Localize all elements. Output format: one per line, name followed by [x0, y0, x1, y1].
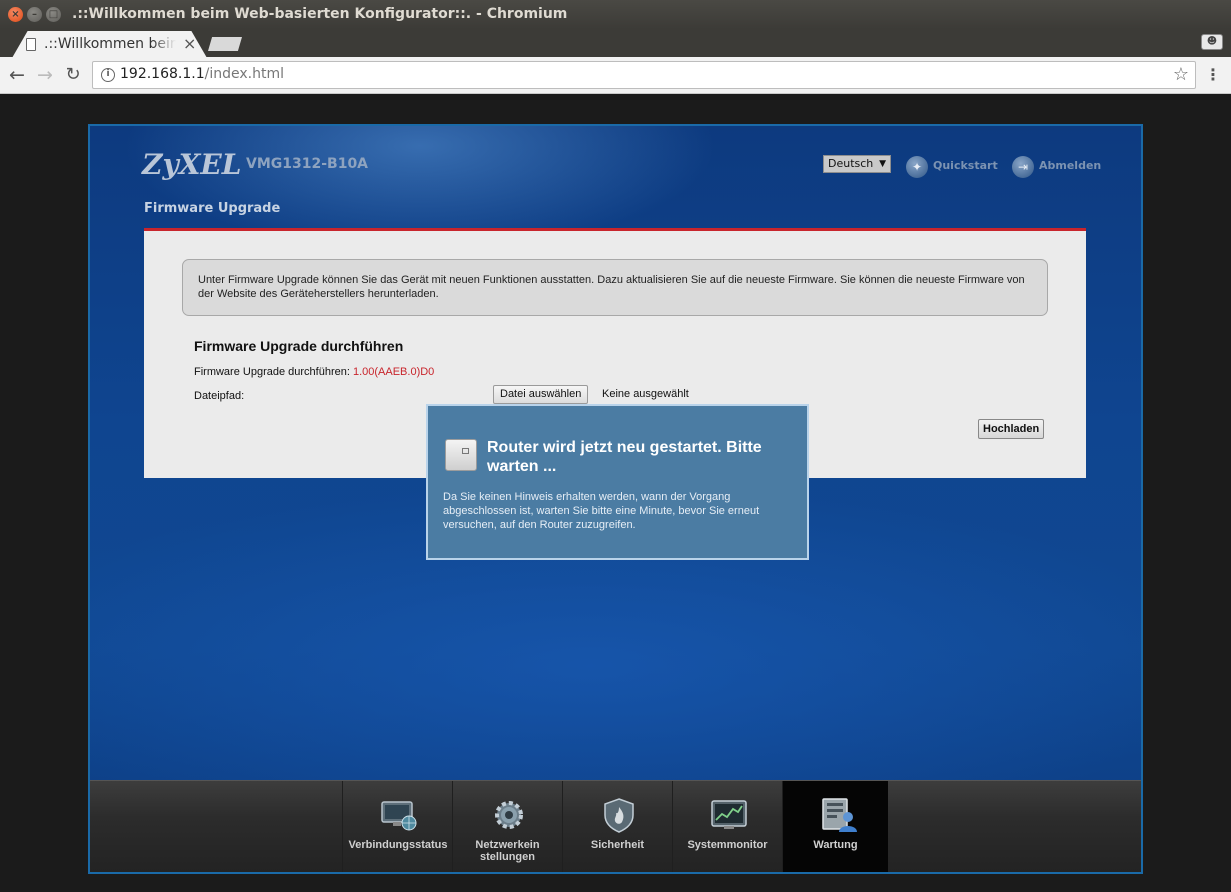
window-close-button[interactable]: × [8, 7, 23, 22]
model-name: VMG1312-B10A [246, 156, 369, 172]
upload-button[interactable]: Hochladen [978, 419, 1045, 439]
chart-monitor-icon [711, 800, 747, 829]
window-maximize-button[interactable]: □ [46, 7, 61, 22]
browser-menu-icon[interactable]: ⋮ [1205, 64, 1221, 86]
restart-dialog: Router wird jetzt neu gestartet. Bitte w… [426, 404, 809, 560]
address-bar[interactable]: i 192.168.1.1/index.html ☆ [92, 61, 1196, 89]
firmware-version: 1.00(AAEB.0)D0 [352, 366, 435, 378]
zyxel-logo: ZyXEL [142, 148, 242, 181]
file-status: Keine ausgewählt [602, 388, 689, 400]
window-title: .::Willkommen beim Web-basierten Konfigu… [72, 6, 568, 22]
current-firmware-row: Firmware Upgrade durchführen: 1.00(AAEB.… [194, 366, 435, 378]
wand-icon: ✦ [906, 156, 928, 178]
router-ui-frame: ZyXEL VMG1312-B10A Deutsch ▼ ✦ Quickstart… [88, 124, 1143, 874]
bookmark-star-icon[interactable]: ☆ [1173, 64, 1189, 85]
nav-item-systemmonitor[interactable]: Systemmonitor [672, 781, 782, 872]
browser-tab[interactable]: .::Willkommen beim Web-basierten Konfigu… [12, 31, 207, 58]
forward-icon[interactable]: → [33, 63, 57, 87]
profile-icon[interactable]: ☻ [1201, 34, 1223, 50]
logout-icon: ⇥ [1012, 156, 1034, 178]
page-viewport: ZyXEL VMG1312-B10A Deutsch ▼ ✦ Quickstart… [0, 95, 1231, 892]
dropdown-caret-icon: ▼ [879, 159, 886, 169]
dialog-title: Router wird jetzt neu gestartet. Bitte w… [487, 439, 762, 475]
window-minimize-button[interactable]: – [27, 7, 42, 22]
choose-file-button[interactable]: Datei auswählen [493, 385, 589, 404]
nav-item-verbindungsstatus[interactable]: Verbindungsstatus [342, 781, 452, 872]
page-icon [26, 38, 36, 51]
nav-item-sicherheit[interactable]: Sicherheit [562, 781, 672, 872]
nav-item-netzwerkeinstellungen[interactable]: Netzwerkein stellungen [452, 781, 562, 872]
reload-icon[interactable]: ↻ [61, 63, 85, 87]
gear-icon [495, 801, 523, 829]
info-box: Unter Firmware Upgrade können Sie das Ge… [182, 259, 1048, 316]
url-text[interactable]: 192.168.1.1/index.html [120, 66, 284, 82]
tab-strip: .::Willkommen beim Web-basierten Konfigu… [0, 29, 1231, 58]
page-title: Firmware Upgrade [144, 201, 281, 216]
router-icon [445, 439, 477, 471]
monitor-globe-icon [381, 801, 417, 831]
browser-toolbar: ← → ↻ i 192.168.1.1/index.html ☆ ⋮ [0, 57, 1231, 94]
language-select[interactable]: Deutsch ▼ [823, 155, 891, 173]
tab-title: .::Willkommen beim Web-basierten Konfigu… [44, 36, 176, 52]
back-icon[interactable]: ← [5, 63, 29, 87]
bottom-nav: Verbindungsstatus Netzwerkein stellungen… [90, 780, 1141, 872]
maintenance-user-icon [822, 798, 857, 832]
window-titlebar: × – □ .::Willkommen beim Web-basierten K… [0, 0, 1231, 29]
section-title: Firmware Upgrade durchführen [194, 338, 404, 354]
dialog-message: Da Sie keinen Hinweis erhalten werden, w… [443, 491, 760, 531]
nav-item-wartung[interactable]: Wartung [782, 781, 888, 872]
info-icon[interactable]: i [101, 68, 115, 82]
file-path-label: Dateipfad: [194, 390, 245, 402]
shield-fire-icon [604, 798, 634, 833]
tab-close-icon[interactable]: × [183, 34, 196, 53]
new-tab-button[interactable] [208, 37, 242, 51]
